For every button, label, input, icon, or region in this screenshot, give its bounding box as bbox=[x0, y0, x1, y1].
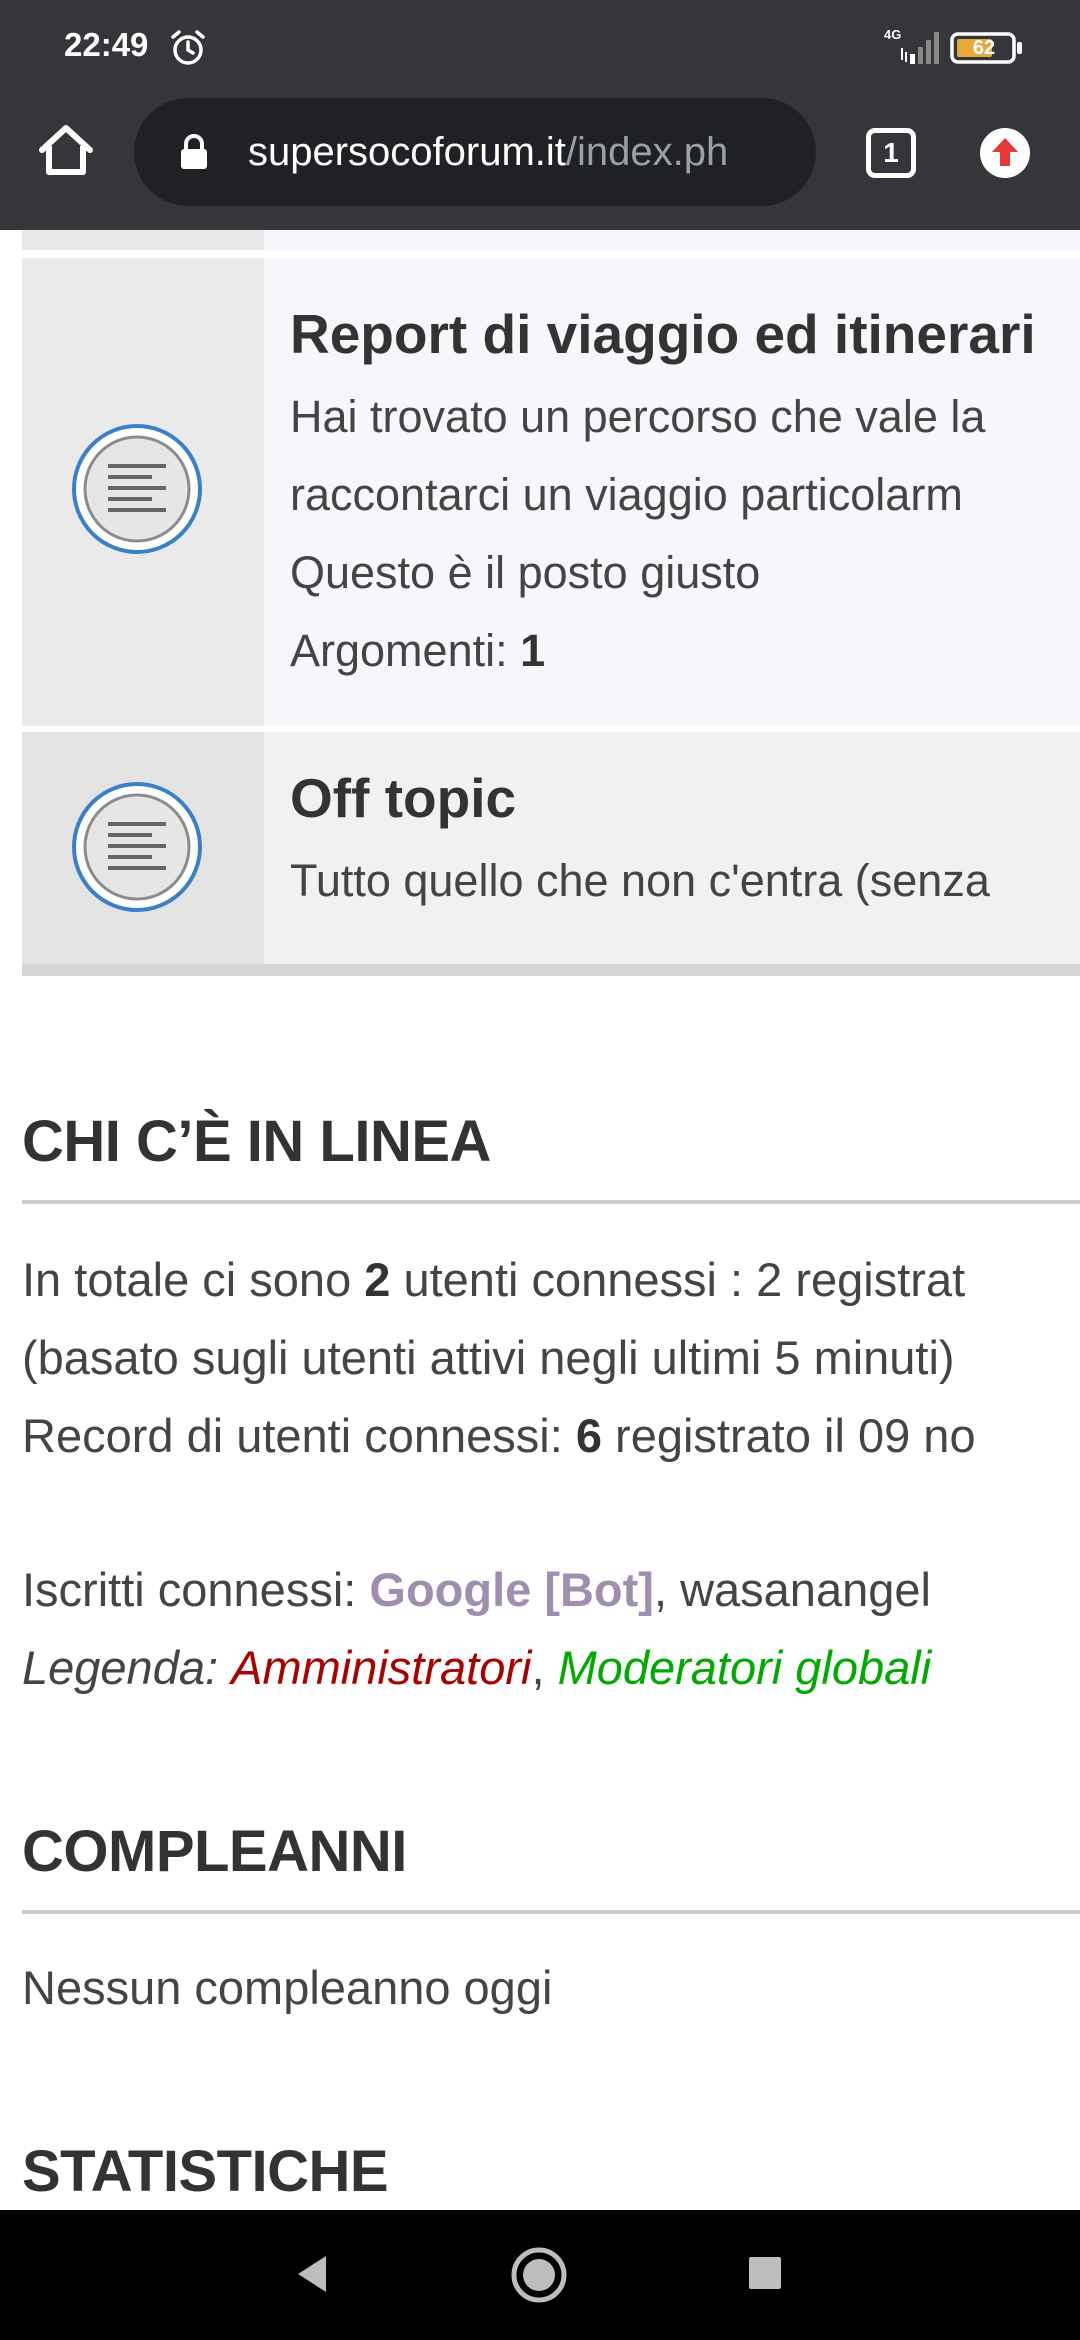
online-total-prefix: In totale ci sono bbox=[22, 1253, 365, 1306]
previous-forum-row bbox=[22, 230, 1080, 254]
section-divider bbox=[22, 1910, 1080, 1914]
legend-admin-link[interactable]: Amministratori bbox=[231, 1641, 531, 1694]
section-divider bbox=[22, 1200, 1080, 1204]
registered-users-line: Iscritti connessi: Google [Bot], wasanan… bbox=[22, 1562, 931, 1617]
forum-list-border bbox=[22, 964, 1080, 976]
browser-chrome: 22:49 4G 62 supersocoforum.it/index.ph 1 bbox=[0, 0, 1080, 230]
forum-read-icon bbox=[72, 424, 202, 554]
online-total-suffix: utenti connessi : 2 registrat bbox=[390, 1253, 966, 1306]
registered-label: Iscritti connessi: bbox=[22, 1563, 370, 1616]
online-record-line: Record di utenti connessi: 6 registrato … bbox=[22, 1408, 976, 1463]
forum-row-off-topic[interactable]: Off topic Tutto quello che non c'entra (… bbox=[22, 732, 1080, 964]
signal-icon bbox=[901, 32, 939, 64]
forum-description: raccontarci un viaggio particolarm bbox=[290, 469, 963, 520]
topics-count: 1 bbox=[520, 625, 546, 676]
online-total-line: In totale ci sono 2 utenti connessi : 2 … bbox=[22, 1252, 965, 1307]
forum-row-report-viaggio[interactable]: Report di viaggio ed itinerari Hai trova… bbox=[22, 258, 1080, 726]
forum-description: Hai trovato un percorso che vale la bbox=[290, 391, 986, 442]
recents-icon[interactable] bbox=[748, 2256, 782, 2290]
url-path: /index.ph bbox=[565, 130, 729, 174]
birthdays-heading: COMPLEANNI bbox=[22, 1819, 407, 1884]
url-bar[interactable]: supersocoforum.it/index.ph bbox=[134, 98, 816, 206]
url-text: supersocoforum.it/index.ph bbox=[248, 128, 808, 176]
legend-mods-link[interactable]: Moderatori globali bbox=[558, 1641, 932, 1694]
home-circle-icon[interactable] bbox=[510, 2246, 568, 2304]
topics-label: Argomenti: bbox=[290, 625, 521, 676]
record-prefix: Record di utenti connessi: bbox=[22, 1409, 576, 1462]
system-nav-bar bbox=[0, 2210, 1080, 2340]
forum-info: Off topic Tutto quello che non c'entra (… bbox=[264, 732, 1080, 964]
alarm-icon bbox=[171, 30, 205, 65]
record-count: 6 bbox=[575, 1409, 602, 1462]
tabs-icon[interactable]: 1 bbox=[866, 128, 916, 178]
online-total-count: 2 bbox=[364, 1253, 391, 1306]
who-is-online-heading: CHI C’È IN LINEA bbox=[22, 1109, 491, 1174]
forum-icon-cell bbox=[22, 258, 264, 726]
url-domain: supersocoforum.it bbox=[248, 130, 566, 174]
record-suffix: registrato il 09 no bbox=[602, 1409, 976, 1462]
forum-topic-count: Argomenti: 1 bbox=[290, 612, 545, 690]
status-time: 22:49 bbox=[64, 26, 149, 63]
home-icon[interactable] bbox=[34, 118, 98, 182]
battery-level: 62 bbox=[972, 37, 996, 59]
legend-label: Legenda: bbox=[22, 1641, 219, 1694]
update-icon[interactable] bbox=[978, 126, 1032, 180]
forum-description: Questo è il posto giusto bbox=[290, 547, 761, 598]
legend-line: Legenda: Amministratori, Moderatori glob… bbox=[22, 1640, 931, 1695]
user-link-wasanangel[interactable]: wasanangel bbox=[680, 1563, 931, 1616]
forum-description: Tutto quello che non c'entra (senza bbox=[290, 855, 990, 906]
forum-title[interactable]: Off topic bbox=[290, 766, 516, 830]
users-separator: , bbox=[653, 1563, 681, 1616]
legend-separator: , bbox=[531, 1641, 558, 1694]
lock-icon bbox=[181, 134, 207, 169]
forum-title[interactable]: Report di viaggio ed itinerari bbox=[290, 302, 1036, 366]
user-link-google-bot[interactable]: Google [Bot] bbox=[369, 1563, 654, 1616]
back-icon[interactable] bbox=[288, 2250, 336, 2298]
forum-info: Report di viaggio ed itinerari Hai trova… bbox=[264, 258, 1080, 726]
birthdays-text: Nessun compleanno oggi bbox=[22, 1961, 553, 2014]
online-basis-line: (basato sugli utenti attivi negli ultimi… bbox=[22, 1331, 955, 1384]
network-type: 4G bbox=[884, 27, 902, 42]
statistics-heading: STATISTICHE bbox=[22, 2139, 389, 2204]
forum-read-icon bbox=[72, 782, 202, 912]
forum-icon-cell bbox=[22, 732, 264, 964]
